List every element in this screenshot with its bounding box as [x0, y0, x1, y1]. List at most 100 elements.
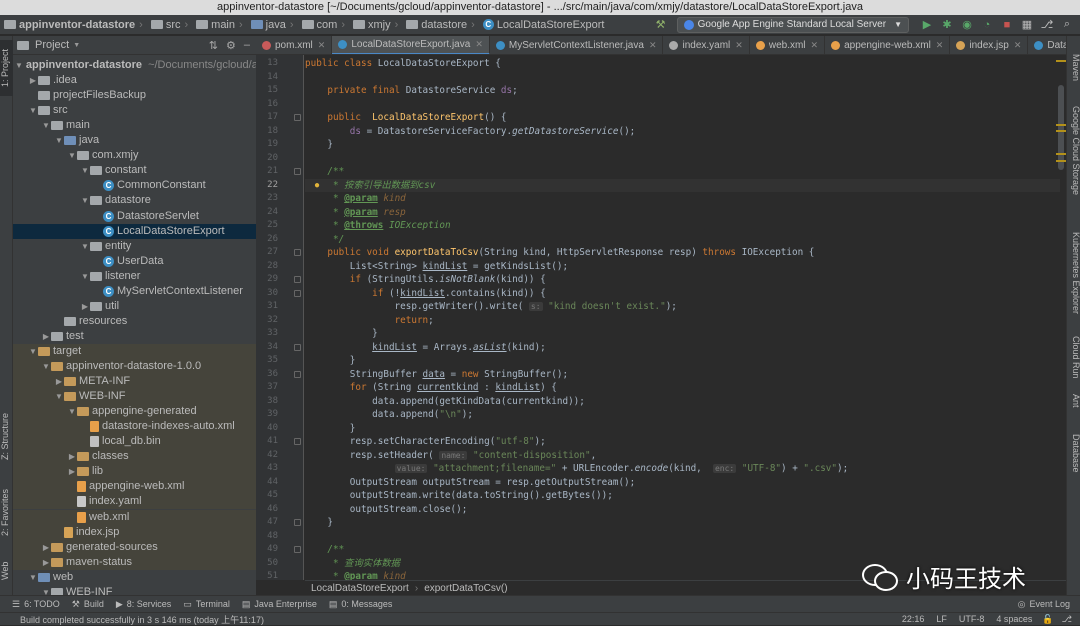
nav-crumb[interactable]: datastore › [406, 19, 479, 31]
fold-marker-icon[interactable] [294, 168, 301, 175]
code-line[interactable]: data.append("\n"); [305, 408, 1060, 422]
code-line[interactable]: outputStream.write(data.toString().getBy… [305, 489, 1060, 503]
code-line[interactable]: */ [305, 233, 1060, 247]
tool-window-button[interactable]: ▶ 8: Services [116, 599, 171, 610]
maven-tool-tab[interactable]: Maven [1068, 54, 1080, 88]
tree-item[interactable]: ▼ datastore [13, 193, 256, 208]
event-log-button[interactable]: ◎ Event Log [1018, 599, 1070, 610]
tree-item[interactable]: projectFilesBackup [13, 88, 256, 103]
code-line[interactable]: StringBuffer data = new StringBuffer(); [305, 368, 1060, 382]
fold-marker-icon[interactable] [294, 519, 301, 526]
tree-item[interactable]: ▼ src [13, 103, 256, 118]
code-line[interactable]: for (String currentkind : kindList) { [305, 381, 1060, 395]
nav-crumb[interactable]: C LocalDataStoreExport [482, 19, 604, 31]
chevron-down-icon[interactable]: ▼ [67, 404, 77, 419]
collapse-all-icon[interactable]: ⇅ [209, 39, 218, 52]
code-line[interactable]: public LocalDataStoreExport() { [305, 111, 1060, 125]
chevron-right-icon[interactable]: ▶ [80, 299, 90, 314]
line-separator[interactable]: LF [936, 614, 947, 624]
code-line[interactable]: if (StringUtils.isNotBlank(kind)) { [305, 273, 1060, 287]
tree-item[interactable]: ▶ META-INF [13, 374, 256, 390]
code-line[interactable]: List<String> kindList = getKindsList(); [305, 260, 1060, 274]
code-line[interactable]: kindList = Arrays.asList(kind); [305, 341, 1060, 355]
code-line[interactable] [305, 152, 1060, 166]
tree-item[interactable]: index.yaml [13, 494, 256, 510]
code-line[interactable]: OutputStream outputStream = resp.getOutp… [305, 476, 1060, 490]
fold-marker-icon[interactable] [294, 249, 301, 256]
close-icon[interactable]: ✕ [811, 40, 819, 51]
chevron-right-icon[interactable]: ▶ [41, 329, 51, 344]
tree-item[interactable]: C UserData [13, 254, 256, 269]
code-line[interactable]: ds = DatastoreServiceFactory.getDatastor… [305, 125, 1060, 139]
debug-icon[interactable]: ✱ [940, 18, 954, 32]
code-line[interactable]: } [305, 354, 1060, 368]
fold-marker-icon[interactable] [294, 546, 301, 553]
project-view-select[interactable]: Project [35, 39, 69, 51]
gear-icon[interactable]: ⚙ [226, 39, 236, 52]
fold-marker-icon[interactable] [294, 289, 301, 297]
code-line[interactable]: public void exportDataToCsv(String kind,… [305, 246, 1060, 260]
kubernetes-tool-tab[interactable]: Kubernetes Explorer [1068, 232, 1080, 327]
close-icon[interactable]: ✕ [936, 40, 944, 51]
tree-item[interactable]: ▶ classes [13, 449, 256, 465]
tree-item[interactable]: C MyServletContextListener [13, 284, 256, 299]
tree-item[interactable]: ▼ listener [13, 269, 256, 284]
run-configuration-select[interactable]: Google App Engine Standard Local Server … [676, 16, 909, 33]
code-line[interactable]: resp.setHeader( name: "content-dispositi… [305, 449, 1060, 463]
structure-tool-tab[interactable]: Z: Structure [0, 406, 13, 466]
coverage-icon[interactable]: ◉ [960, 18, 974, 32]
code-line[interactable]: private final DatastoreService ds; [305, 84, 1060, 98]
code-line[interactable]: data.append(getKindData(currentkind)); [305, 395, 1060, 409]
editor-tab[interactable]: index.yaml ✕ [663, 36, 750, 54]
code-line[interactable]: resp.setCharacterEncoding("utf-8"); [305, 435, 1060, 449]
chevron-right-icon[interactable]: ▶ [67, 449, 77, 464]
chevron-down-icon[interactable]: ▼ [28, 344, 38, 359]
tree-item[interactable]: datastore-indexes-auto.xml [13, 419, 256, 435]
chevron-down-icon[interactable]: ▼ [28, 570, 38, 585]
chevron-down-icon[interactable]: ▼ [67, 148, 77, 163]
tree-item[interactable]: local_db.bin [13, 434, 256, 450]
tree-item[interactable]: ▼ WEB-INF [13, 389, 256, 405]
hammer-icon[interactable]: ⚒ [654, 18, 668, 32]
tree-item[interactable]: ▼ appengine-generated [13, 404, 256, 420]
code-line[interactable]: } [305, 516, 1060, 530]
code-line[interactable] [305, 530, 1060, 544]
code-line[interactable]: value: "attachment;filename=" + URLEncod… [305, 462, 1060, 476]
close-icon[interactable]: ✕ [649, 40, 657, 51]
code-line[interactable]: * 按索引导出数据到csv [305, 178, 1060, 192]
chevron-right-icon[interactable]: ▶ [28, 73, 38, 88]
tool-window-button[interactable]: ▭ Terminal [183, 599, 230, 610]
tree-item[interactable]: ▼ java [13, 133, 256, 148]
nav-crumb[interactable]: com › [301, 19, 349, 31]
code-line[interactable]: } [305, 422, 1060, 436]
code-line[interactable]: * @throws IOException [305, 219, 1060, 233]
code-line[interactable]: } [305, 138, 1060, 152]
tool-window-button[interactable]: ☰ 6: TODO [12, 599, 60, 610]
breadcrumb-method[interactable]: exportDataToCsv() [424, 583, 507, 594]
tree-item[interactable]: ▼ appinventor-datastore ~/Documents/gcloud… [13, 58, 270, 73]
database-tool-tab[interactable]: Database [1068, 434, 1080, 484]
close-icon[interactable]: ✕ [475, 39, 483, 50]
tree-item[interactable]: appengine-web.xml [13, 479, 256, 495]
file-encoding[interactable]: UTF-8 [959, 614, 985, 624]
editor-tab[interactable]: LocalDataStoreExport.java ✕ [332, 36, 490, 54]
code-line[interactable]: /** [305, 543, 1060, 557]
code-line[interactable]: if (!kindList.contains(kind)) { [305, 287, 1060, 301]
code-line[interactable] [305, 98, 1060, 112]
lock-icon[interactable]: 🔓 [1042, 614, 1053, 625]
tree-item[interactable]: ▼ entity [13, 239, 256, 254]
chevron-down-icon[interactable]: ▼ [41, 359, 51, 374]
chevron-down-icon[interactable]: ▼ [80, 163, 90, 178]
fold-marker-icon[interactable] [294, 276, 301, 283]
code-line[interactable]: /** [305, 165, 1060, 179]
close-icon[interactable]: ✕ [735, 40, 743, 51]
breadcrumb-class[interactable]: LocalDataStoreExport [311, 583, 409, 594]
ant-tool-tab[interactable]: Ant [1068, 394, 1080, 416]
tree-item[interactable]: ▶ generated-sources [13, 539, 256, 555]
tree-item[interactable]: ▼ target [13, 343, 256, 359]
caret-position[interactable]: 22:16 [902, 614, 925, 624]
tree-item[interactable]: C CommonConstant [13, 178, 256, 193]
warning-marker[interactable] [1056, 124, 1066, 126]
hide-panel-icon[interactable]: – [244, 39, 250, 51]
chevron-right-icon[interactable]: ▶ [41, 555, 51, 570]
